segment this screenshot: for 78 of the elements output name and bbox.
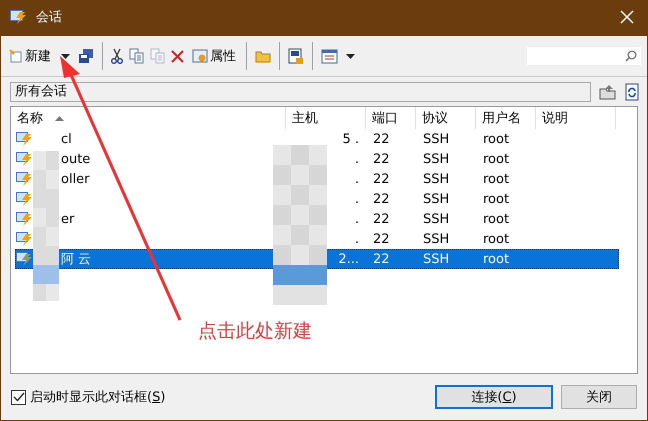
- protocol-cell: SSH: [423, 252, 450, 266]
- user-cell: root: [483, 132, 510, 146]
- properties-icon: [192, 48, 208, 64]
- layout-icon[interactable]: [321, 48, 338, 64]
- session-name: 阿 云: [61, 251, 92, 268]
- search-field[interactable]: [527, 47, 641, 65]
- properties-button[interactable]: 属性: [190, 47, 238, 65]
- session-name: oller: [61, 172, 90, 186]
- port-cell: 22: [373, 172, 390, 186]
- host-cell: .: [354, 192, 359, 206]
- sort-ascending-icon: [55, 116, 64, 120]
- copy-icon[interactable]: [129, 48, 144, 64]
- checkmark-icon: [12, 392, 24, 402]
- startup-checkbox[interactable]: 启动时显示此对话框(S): [11, 388, 166, 406]
- new-session-icon: [9, 49, 23, 63]
- protocol-cell: SSH: [423, 232, 450, 246]
- cut-icon[interactable]: [111, 48, 123, 64]
- close-button[interactable]: 关闭: [561, 385, 637, 409]
- user-cell: root: [483, 152, 510, 166]
- session-icon: [16, 211, 33, 227]
- session-row[interactable]: . 22 SSH root: [15, 229, 619, 249]
- user-cell: root: [483, 192, 510, 206]
- protocol-cell: SSH: [423, 132, 450, 146]
- folder-path: 所有会话: [10, 82, 591, 102]
- session-icon: [16, 251, 33, 267]
- window-title: 会话: [36, 9, 63, 26]
- user-cell: root: [483, 212, 510, 226]
- session-name: er: [61, 212, 74, 226]
- user-cell: root: [483, 252, 510, 266]
- port-cell: 22: [373, 132, 390, 146]
- host-cell: .: [354, 212, 359, 226]
- host-cell: .: [354, 232, 359, 246]
- folder-up-icon[interactable]: [599, 84, 617, 100]
- session-row[interactable]: cl 5 . 22 SSH root: [15, 129, 619, 149]
- column-header[interactable]: 说明: [536, 107, 616, 129]
- session-icon: [16, 231, 33, 247]
- host-cell: 2...: [338, 252, 359, 266]
- session-row[interactable]: . 22 SSH root: [15, 189, 619, 209]
- connect-button[interactable]: 连接(C): [435, 385, 553, 409]
- protocol-cell: SSH: [423, 172, 450, 186]
- protocol-cell: SSH: [423, 212, 450, 226]
- caret-icon[interactable]: [61, 54, 70, 58]
- column-header[interactable]: 用户名: [476, 107, 536, 129]
- protocol-cell: SSH: [423, 192, 450, 206]
- column-header[interactable]: 端口: [366, 107, 416, 129]
- port-cell: 22: [373, 232, 390, 246]
- session-row[interactable]: oller . 22 SSH root: [15, 169, 619, 189]
- session-row[interactable]: oute . 22 SSH root: [15, 149, 619, 169]
- port-cell: 22: [373, 192, 390, 206]
- protocol-cell: SSH: [423, 152, 450, 166]
- column-header[interactable]: 名称: [11, 107, 286, 129]
- annotation-text: 点击此处新建: [198, 319, 312, 344]
- search-icon: [625, 50, 637, 62]
- save-icon[interactable]: [78, 48, 94, 64]
- column-header[interactable]: 协议: [416, 107, 476, 129]
- column-header[interactable]: 主机: [286, 107, 366, 129]
- session-name: oute: [61, 152, 90, 166]
- app-icon: [10, 9, 28, 25]
- session-icon: [16, 171, 33, 187]
- port-cell: 22: [373, 152, 390, 166]
- session-icon: [16, 191, 33, 207]
- port-cell: 22: [373, 252, 390, 266]
- host-cell: .: [354, 172, 359, 186]
- user-cell: root: [483, 232, 510, 246]
- new-button[interactable]: 新建: [7, 47, 53, 65]
- refresh-icon[interactable]: [625, 83, 639, 101]
- session-row[interactable]: er . 22 SSH root: [15, 209, 619, 229]
- close-icon[interactable]: [620, 10, 634, 24]
- caret-icon[interactable]: [346, 54, 355, 58]
- session-icon: [16, 151, 33, 167]
- delete-icon[interactable]: [171, 50, 184, 62]
- folder-icon[interactable]: [255, 50, 271, 62]
- session-icon: [16, 131, 33, 147]
- port-cell: 22: [373, 212, 390, 226]
- user-cell: root: [483, 172, 510, 186]
- session-name: cl: [61, 132, 72, 146]
- host-cell: .: [354, 152, 359, 166]
- host-cell: 5 .: [342, 132, 359, 146]
